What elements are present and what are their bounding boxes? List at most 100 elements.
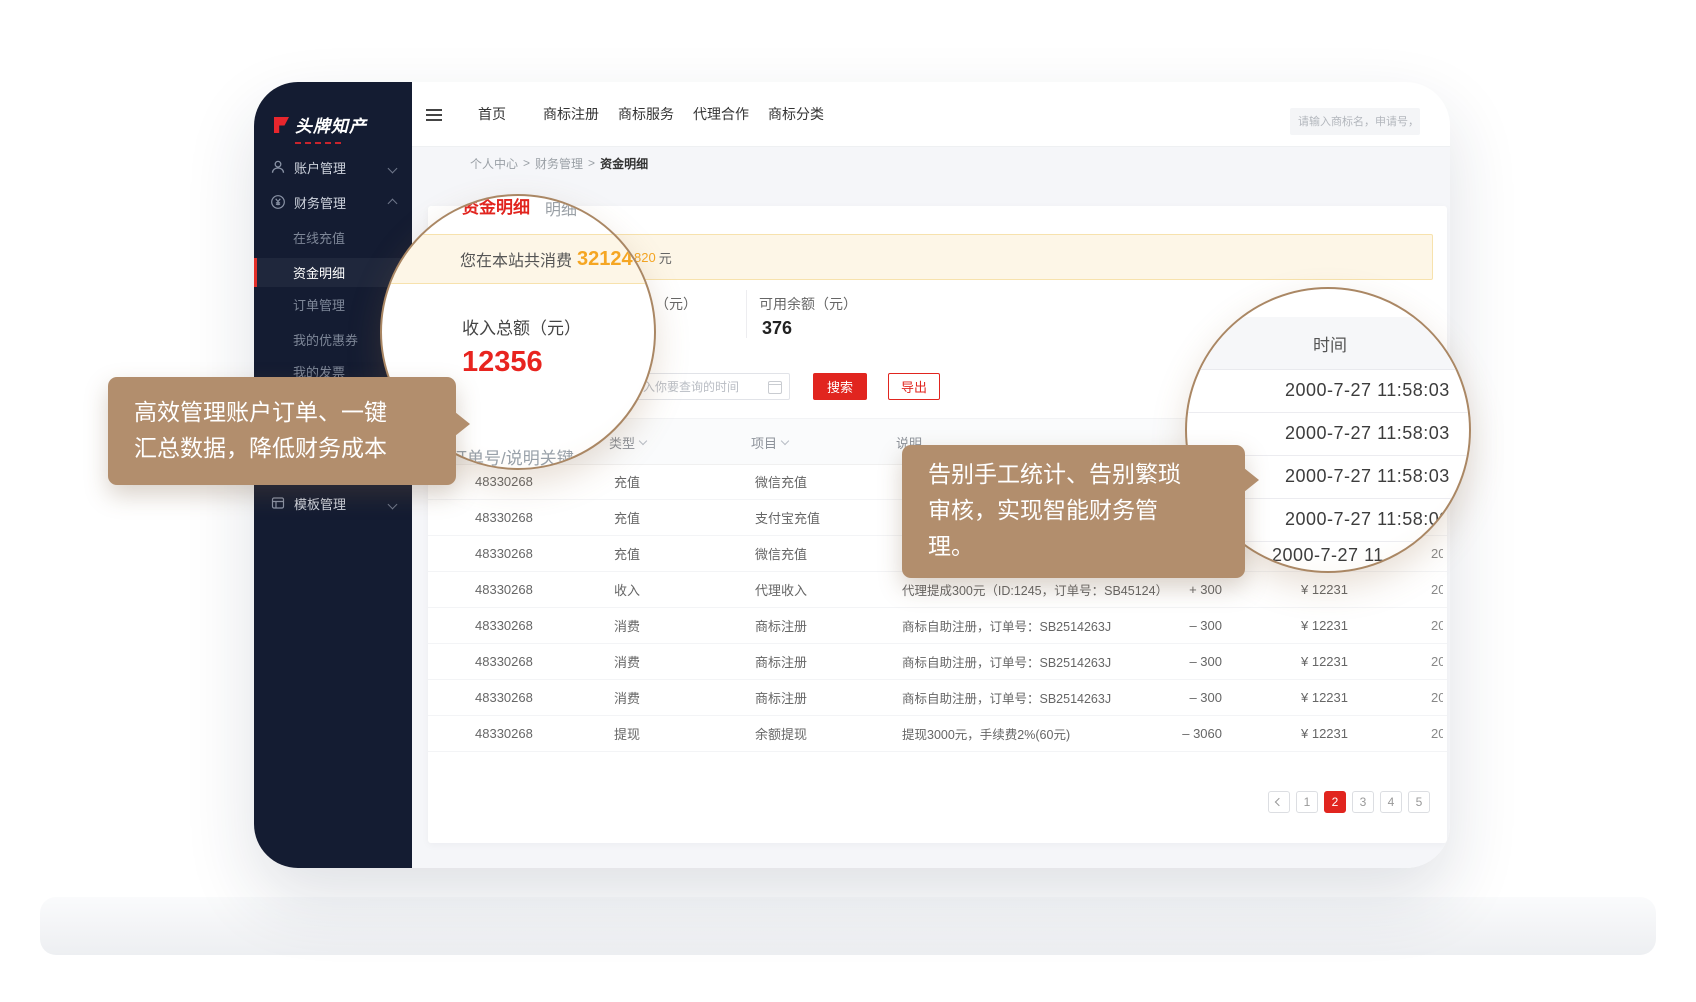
cell-balance: ¥ 12231 (1260, 571, 1348, 607)
magnified-page-title: 资金明细 (462, 194, 530, 218)
breadcrumb: 个人中心 > 财务管理 > 资金明细 (470, 146, 648, 180)
cell-type: 消费 (614, 643, 714, 679)
cell-desc: 商标自助注册，订单号：SB2514263J (902, 679, 1130, 715)
sidebar-item-label: 账户管理 (294, 158, 346, 177)
search-button[interactable]: 搜索 (813, 373, 867, 400)
sidebar-item-finance[interactable]: 财务管理 (254, 188, 412, 216)
finance-icon (270, 194, 288, 210)
cell-type: 收入 (614, 571, 714, 607)
logo-subline (295, 142, 341, 144)
hamburger-menu-icon[interactable] (426, 106, 442, 124)
page-button-4[interactable]: 4 (1380, 791, 1402, 813)
cell-time: 2000-7-27 11:58:03 (1431, 643, 1443, 679)
sidebar-item-templates[interactable]: 模板管理 (254, 489, 412, 517)
cell-order: 48330268 (475, 643, 595, 679)
page-button-2-active[interactable]: 2 (1324, 791, 1346, 813)
cell-desc: 商标自助注册，订单号：SB2514263J (902, 643, 1130, 679)
cell-type: 提现 (614, 715, 714, 751)
balance-label: 可用余额（元） (759, 294, 857, 314)
callout-right-line: 审核，实现智能财务管 (928, 492, 1181, 528)
cell-order: 48330268 (475, 535, 595, 571)
cell-amount: – 300 (1134, 607, 1222, 643)
cell-item: 商标注册 (755, 679, 885, 715)
tab-tm-register[interactable]: 商标注册 (543, 82, 599, 146)
sidebar-item-account[interactable]: 账户管理 (254, 153, 412, 181)
callout-arrow-icon (455, 412, 470, 436)
magnified-income-label: 收入总额（元） (462, 314, 581, 339)
cell-item: 微信充值 (755, 535, 885, 571)
magnified-order-header: 订单号/说明关键 (450, 444, 574, 469)
tab-tm-category[interactable]: 商标分类 (768, 82, 824, 146)
tab-home[interactable]: 首页 (478, 82, 506, 146)
cell-order: 48330268 (475, 679, 595, 715)
cell-time: 2000-7-27 11:58:03 (1431, 715, 1443, 751)
logo[interactable]: 头牌知产 (271, 112, 367, 137)
balance-value: 376 (762, 318, 792, 339)
magnified-time-row: 2000-7-27 11:58:03 (1187, 369, 1471, 413)
cell-type: 充值 (614, 463, 714, 499)
breadcrumb-item[interactable]: 个人中心 (470, 155, 518, 172)
cell-item: 商标注册 (755, 643, 885, 679)
cell-item: 商标注册 (755, 607, 885, 643)
cell-time: 2000-7-27 11:58:03 (1431, 679, 1443, 715)
sort-caret-icon (781, 437, 789, 445)
cell-type: 消费 (614, 679, 714, 715)
th-type[interactable]: 类型 (609, 433, 646, 452)
cell-balance: ¥ 12231 (1260, 607, 1348, 643)
cell-order: 48330268 (475, 715, 595, 751)
chevron-up-icon (389, 195, 396, 210)
chevron-down-icon (389, 496, 396, 511)
page-button-3[interactable]: 3 (1352, 791, 1374, 813)
cell-type: 充值 (614, 535, 714, 571)
prev-page-button[interactable] (1268, 791, 1290, 813)
user-icon (270, 159, 288, 175)
callout-right-line: 告别手工统计、告别繁琐 (928, 456, 1181, 492)
th-item[interactable]: 项目 (751, 433, 788, 452)
template-icon (270, 495, 288, 511)
cell-desc: 商标自助注册，订单号：SB2514263J (902, 607, 1130, 643)
trademark-search-input[interactable] (1290, 108, 1420, 135)
stat-label-fragment: （元） (655, 294, 697, 314)
cell-time: 2000-7-27 11:58:03 (1431, 607, 1443, 643)
cell-amount: – 300 (1134, 679, 1222, 715)
cell-item: 余额提现 (755, 715, 885, 751)
table-row: 48330268 消费 商标注册 商标自助注册，订单号：SB2514263J –… (428, 679, 1447, 716)
top-navbar: 首页 商标注册 商标服务 代理合作 商标分类 (412, 82, 1450, 147)
tab-tm-service[interactable]: 商标服务 (618, 82, 674, 146)
laptop-base (40, 897, 1656, 955)
cell-order: 48330268 (475, 607, 595, 643)
cell-balance: ¥ 12231 (1260, 715, 1348, 751)
tab-agency[interactable]: 代理合作 (693, 82, 749, 146)
export-button[interactable]: 导出 (888, 373, 940, 400)
table-row: 48330268 消费 商标注册 商标自助注册，订单号：SB2514263J –… (428, 643, 1447, 680)
calendar-icon[interactable] (768, 381, 782, 394)
breadcrumb-item[interactable]: 财务管理 (535, 155, 583, 172)
magnified-time-partial: 2000-7-27 11 (1272, 545, 1384, 566)
callout-left-line: 汇总数据，降低财务成本 (134, 430, 387, 466)
magnified-time-header: 时间 (1187, 317, 1471, 370)
logo-flag-icon (271, 115, 291, 135)
cell-order: 48330268 (475, 499, 595, 535)
chevron-down-icon (389, 160, 396, 175)
sidebar-item-label: 财务管理 (294, 193, 346, 212)
cell-balance: ¥ 12231 (1260, 679, 1348, 715)
cell-time: 2000-7-27 11:58:03 (1431, 571, 1443, 607)
cell-amount: – 3060 (1134, 715, 1222, 751)
cell-item: 微信充值 (755, 463, 885, 499)
page-button-5[interactable]: 5 (1408, 791, 1430, 813)
sort-caret-icon (639, 437, 647, 445)
prev-page-icon (1275, 798, 1283, 806)
table-row: 48330268 消费 商标注册 商标自助注册，订单号：SB2514263J –… (428, 607, 1447, 644)
cell-type: 充值 (614, 499, 714, 535)
cell-amount: – 300 (1134, 643, 1222, 679)
magnified-title-fragment: 明细 (545, 196, 577, 220)
sidebar-item-label: 模板管理 (294, 494, 346, 513)
stat-divider (746, 290, 747, 338)
magnified-income-value: 12356 (462, 346, 543, 379)
page-button-1[interactable]: 1 (1296, 791, 1318, 813)
magnified-consumption-banner: 您在本站共消费 32124 元 (382, 234, 656, 284)
cell-item: 代理收入 (755, 571, 885, 607)
callout-right: 告别手工统计、告别繁琐 审核，实现智能财务管 理。 (902, 445, 1245, 578)
cell-desc: 提现3000元，手续费2%(60元) (902, 715, 1130, 751)
table-row: 48330268 提现 余额提现 提现3000元，手续费2%(60元) – 30… (428, 715, 1447, 752)
